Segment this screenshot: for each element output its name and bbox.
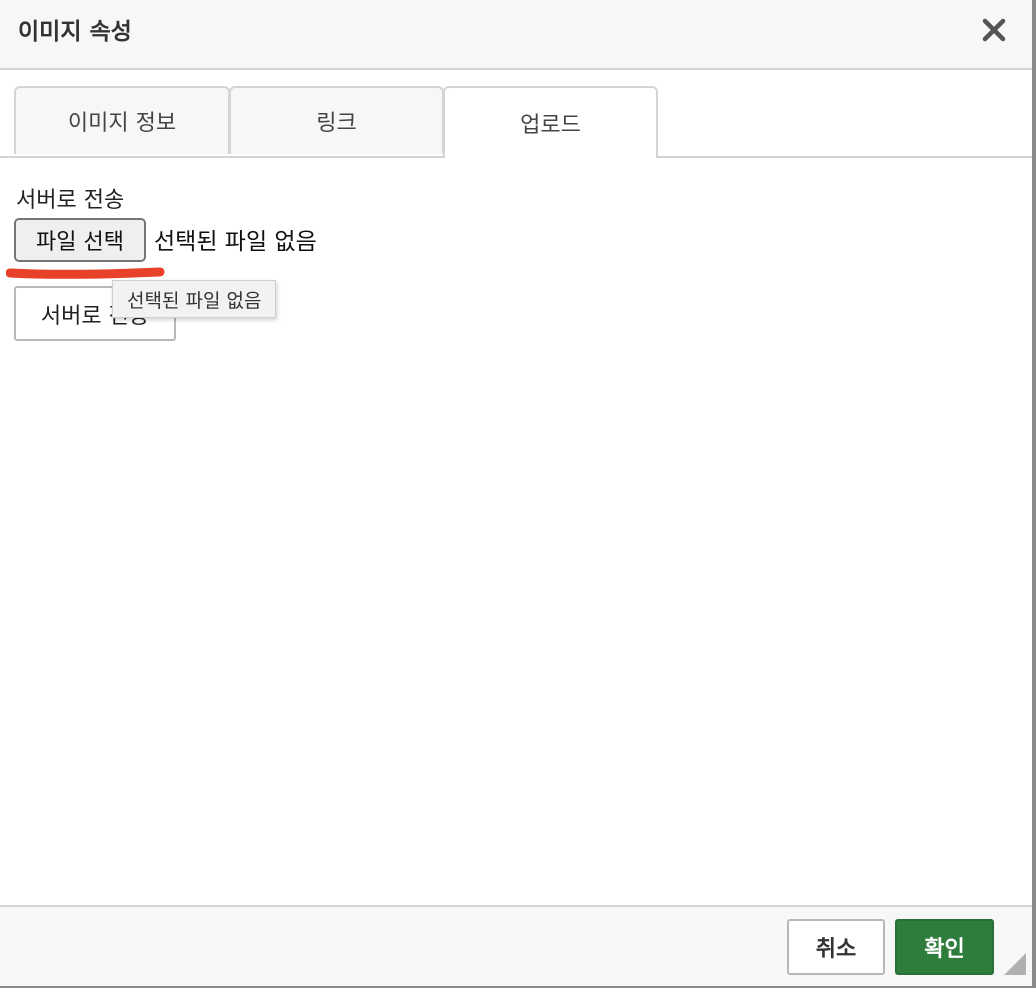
dialog-footer: 취소 확인 (0, 905, 1032, 986)
ok-button[interactable]: 확인 (895, 919, 994, 975)
tab-image-info[interactable]: 이미지 정보 (14, 86, 230, 154)
file-tooltip: 선택된 파일 없음 (112, 280, 277, 318)
tab-link[interactable]: 링크 (229, 86, 444, 154)
resize-handle-icon[interactable] (1002, 951, 1026, 975)
choose-file-button[interactable]: 파일 선택 (14, 218, 146, 262)
dialog-title: 이미지 속성 (18, 19, 132, 45)
dialog-titlebar: 이미지 속성 (0, 0, 1032, 70)
upload-section-label: 서버로 전송 (16, 188, 125, 213)
image-properties-dialog: 이미지 속성 이미지 정보 링크 업로드 서버로 전송 파일 선택 선택된 파일… (0, 0, 1036, 988)
close-icon[interactable] (978, 14, 1010, 46)
tab-upload[interactable]: 업로드 (443, 86, 658, 158)
cancel-button[interactable]: 취소 (787, 919, 885, 975)
red-underline-annotation (6, 267, 165, 279)
tab-bar: 이미지 정보 링크 업로드 (0, 86, 1032, 158)
file-status-text: 선택된 파일 없음 (154, 229, 317, 255)
